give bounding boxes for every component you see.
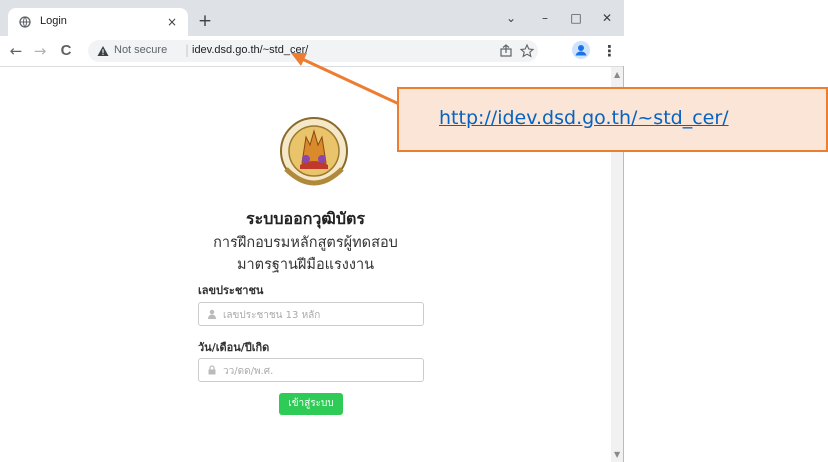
url-separator: | <box>185 43 190 57</box>
star-icon[interactable] <box>519 43 535 59</box>
back-button[interactable]: ← <box>6 41 26 61</box>
login-button[interactable]: เข้าสู่ระบบ <box>279 393 343 415</box>
maximize-button[interactable]: □ <box>562 8 590 28</box>
close-window-button[interactable]: ✕ <box>593 8 621 28</box>
lock-icon <box>208 365 216 375</box>
url-text[interactable]: idev.dsd.go.th/~std_cer/ <box>192 44 308 56</box>
address-bar[interactable]: Not secure | idev.dsd.go.th/~std_cer/ <box>88 40 538 62</box>
scroll-down-icon[interactable]: ▼ <box>614 450 620 459</box>
minimize-button[interactable]: – <box>531 8 559 28</box>
id-input[interactable]: เลขประชาชน 13 หลัก <box>198 302 424 326</box>
security-status[interactable]: Not secure <box>114 44 167 56</box>
page-subtitle-line2: มาตรฐานฝีมือแรงงาน <box>236 257 375 273</box>
share-icon[interactable] <box>498 43 514 59</box>
browser-window: Login × + ⌄ – □ ✕ ← → C Not secure | ide… <box>0 0 624 462</box>
dob-placeholder: วว/ดด/พ.ศ. <box>223 366 274 377</box>
dob-input[interactable]: วว/ดด/พ.ศ. <box>198 358 424 382</box>
department-seal-logo <box>280 117 348 186</box>
dob-label: วัน/เดือน/ปีเกิด <box>198 341 270 354</box>
warning-icon <box>97 46 109 56</box>
close-tab-icon[interactable]: × <box>164 14 180 30</box>
page-title: ระบบออกวุฒิบัตร <box>246 209 365 228</box>
tab-login[interactable]: Login × <box>8 8 188 36</box>
forward-button[interactable]: → <box>30 41 50 61</box>
annotation-callout: http://idev.dsd.go.th/~std_cer/ <box>397 87 828 152</box>
new-tab-button[interactable]: + <box>196 12 214 30</box>
id-label: เลขประชาชน <box>198 284 264 297</box>
browser-toolbar: ← → C Not secure | idev.dsd.go.th/~std_c… <box>0 36 624 66</box>
tab-strip: Login × + ⌄ – □ ✕ <box>0 0 624 36</box>
tab-title: Login <box>40 15 67 27</box>
avatar-icon[interactable] <box>572 41 590 59</box>
globe-icon <box>19 16 31 28</box>
tab-search-icon[interactable]: ⌄ <box>497 8 525 28</box>
page-subtitle-line1: การฝึกอบรมหลักสูตรผู้ทดสอบ <box>213 235 398 251</box>
browser-menu-button[interactable]: ⋮ <box>602 41 617 61</box>
id-placeholder: เลขประชาชน 13 หลัก <box>223 310 321 321</box>
reload-button[interactable]: C <box>56 41 76 61</box>
scroll-up-icon[interactable]: ▲ <box>614 70 620 79</box>
user-icon <box>208 309 216 319</box>
annotation-link[interactable]: http://idev.dsd.go.th/~std_cer/ <box>439 107 729 129</box>
